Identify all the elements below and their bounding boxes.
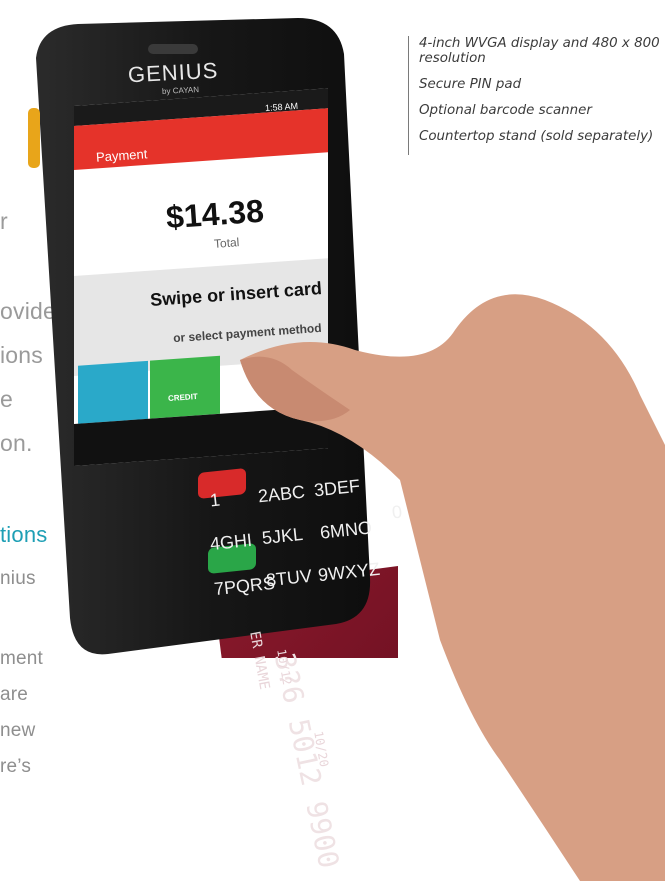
terminal-screen <box>74 88 328 466</box>
feature-item: Secure PIN pad <box>419 77 522 92</box>
body-text-line: are <box>0 684 29 705</box>
feature-list: 4-inch WVGA display and 480 x 800 resolu… <box>408 36 665 155</box>
amount-label: Total <box>213 235 240 251</box>
key-0: 0 <box>390 501 403 523</box>
key-1: 1 <box>208 489 221 511</box>
side-button <box>28 108 40 168</box>
brand-logo: GENIUS <box>127 57 219 88</box>
body-text-line: re’s <box>0 756 32 777</box>
debit-tile-label: D <box>232 386 240 397</box>
body-text-line: new <box>0 720 36 741</box>
product-page: r ovide ions e on. tions nius ment are n… <box>0 0 665 881</box>
feature-item: Countertop stand (sold separately) <box>419 129 654 144</box>
feature-item: 4-inch WVGA display and 480 x 800 resolu… <box>419 36 660 66</box>
key-5: 5JKL <box>261 523 304 549</box>
body-text-line: e <box>0 386 13 412</box>
feature-item: Optional barcode scanner <box>419 103 592 118</box>
body-text-line: r <box>0 208 8 234</box>
speaker-grill <box>148 44 198 54</box>
key-4: 4GHI <box>209 529 253 555</box>
sub-brand: by CAYAN <box>161 85 200 96</box>
payment-amount: $14.38 <box>164 192 265 236</box>
